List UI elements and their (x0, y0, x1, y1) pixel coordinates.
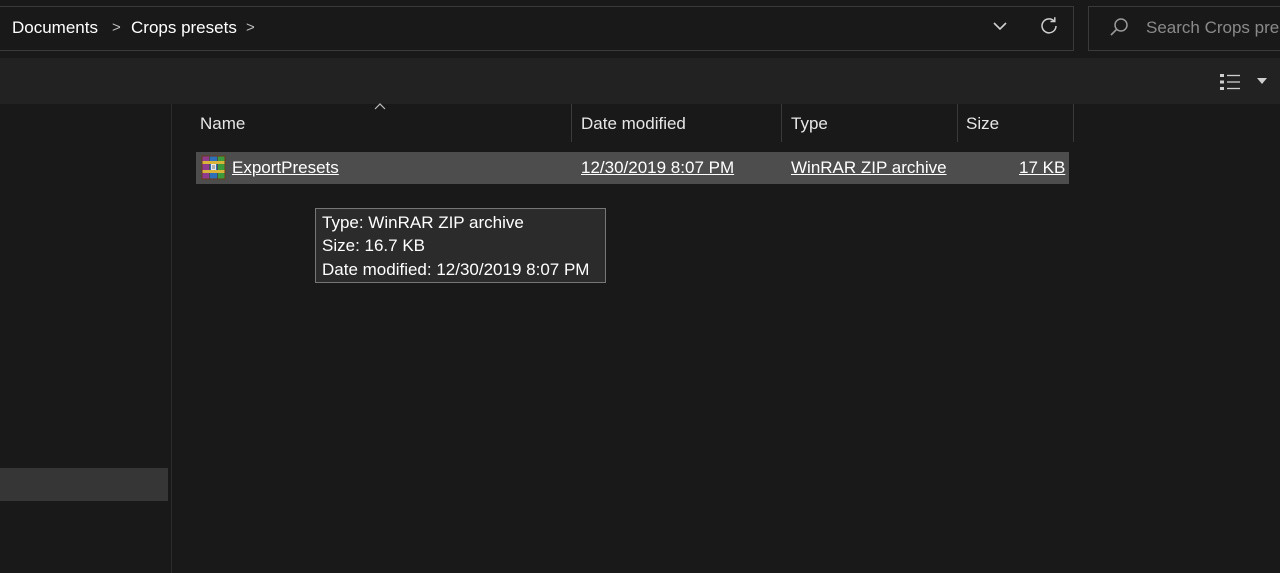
refresh-icon[interactable] (1038, 15, 1060, 37)
winrar-archive-icon (201, 155, 226, 180)
column-header-size[interactable]: Size (966, 114, 999, 134)
column-header-name[interactable]: Name (200, 114, 245, 134)
column-divider[interactable] (957, 104, 958, 142)
navigation-selected-item[interactable] (0, 468, 168, 501)
file-explorer-window: Documents > Crops presets > Search Crops… (0, 0, 1280, 573)
file-size-cell[interactable]: 17 KB (1019, 158, 1065, 178)
column-divider[interactable] (781, 104, 782, 142)
breadcrumb-separator-icon[interactable]: > (112, 19, 121, 36)
file-type-cell[interactable]: WinRAR ZIP archive (791, 158, 947, 178)
chevron-down-icon[interactable] (990, 16, 1010, 36)
address-row: Documents > Crops presets > (0, 0, 1280, 58)
column-divider[interactable] (571, 104, 572, 142)
breadcrumb-documents[interactable]: Documents (12, 18, 98, 38)
tooltip-size-line: Size: 16.7 KB (322, 236, 426, 255)
column-header-date-modified[interactable]: Date modified (581, 114, 686, 134)
tooltip-type-line: Type: WinRAR ZIP archive (322, 213, 524, 232)
column-divider[interactable] (1073, 104, 1074, 142)
file-name-cell[interactable]: ExportPresets (232, 158, 339, 178)
toolbar (0, 58, 1280, 104)
file-date-cell[interactable]: 12/30/2019 8:07 PM (581, 158, 734, 178)
breadcrumb-crops-presets[interactable]: Crops presets (131, 18, 237, 38)
view-options-chevron-down-icon[interactable] (1256, 76, 1268, 86)
navigation-pane (0, 104, 170, 573)
tooltip-date-line: Date modified: 12/30/2019 8:07 PM (322, 260, 590, 279)
breadcrumb-separator-icon[interactable]: > (246, 19, 255, 36)
details-view-icon[interactable] (1218, 72, 1242, 92)
column-header-type[interactable]: Type (791, 114, 828, 134)
sort-ascending-icon (374, 103, 386, 110)
search-icon (1110, 18, 1128, 36)
search-input[interactable] (1146, 17, 1280, 39)
